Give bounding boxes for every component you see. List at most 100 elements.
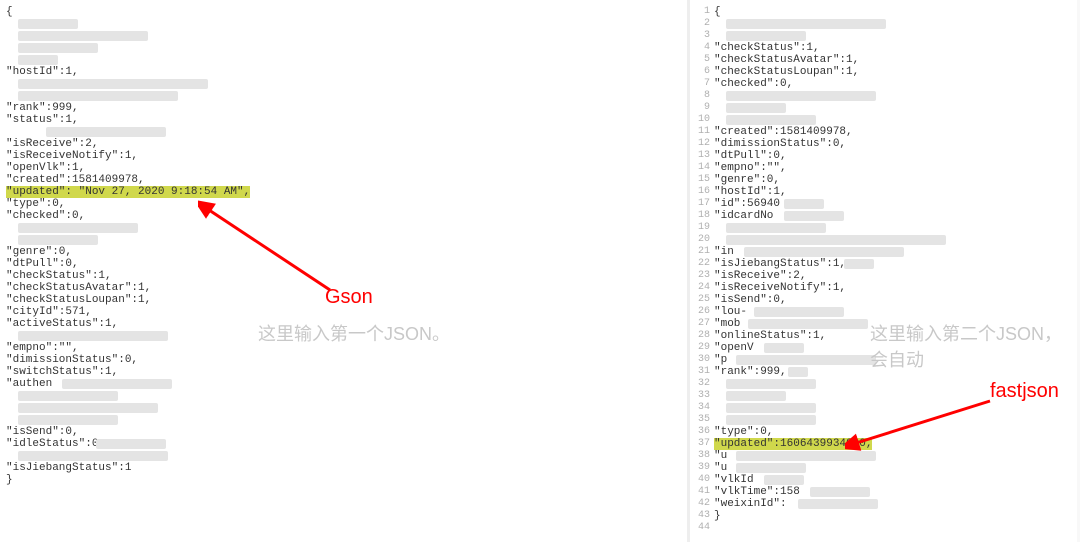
redacted-text [18,331,168,341]
code-text: "idleStatus":0, [6,438,105,450]
line-number: 14 [692,162,710,174]
code-text: "in [714,246,734,258]
code-line: 39 "u [714,462,1071,474]
code-line [6,18,681,30]
code-text: "vlkTime":158 [714,486,800,498]
code-text: "vlkId [714,474,754,486]
redacted-text [726,91,876,101]
line-number: 42 [692,498,710,510]
code-text: "isReceive":2, [6,138,98,150]
line-number: 26 [692,306,710,318]
line-number: 29 [692,342,710,354]
redacted-text [18,79,208,89]
code-text: "checked":0, [714,78,793,90]
line-number: 36 [692,426,710,438]
code-line: 32 [714,378,1071,390]
code-line: 38 "u [714,450,1071,462]
redacted-text [764,343,804,353]
code-line [6,330,681,342]
code-text: "dtPull":0, [6,258,79,270]
code-text: "checkStatusAvatar":1, [714,54,859,66]
code-line: "isJiebangStatus":1 [6,462,681,474]
line-number: 2 [692,18,710,30]
redacted-text [18,223,138,233]
redacted-text [754,307,844,317]
code-line: "empno":"", [6,342,681,354]
code-text: "checkStatusAvatar":1, [6,282,151,294]
code-line: 17 "id":56940 [714,198,1071,210]
code-text: "isReceiveNotify":1, [714,282,846,294]
line-number: 41 [692,486,710,498]
code-line: 24 "isReceiveNotify":1, [714,282,1071,294]
code-text: "isSend":0, [6,426,79,438]
code-line: "checkStatus":1, [6,270,681,282]
code-text: "checkStatusLoupan":1, [714,66,859,78]
code-line: 12 "dimissionStatus":0, [714,138,1071,150]
code-line [6,42,681,54]
code-line [6,390,681,402]
code-text: "empno":"", [714,162,787,174]
code-text: "type":0, [714,426,773,438]
code-line [6,126,681,138]
code-line: 29 "openV [714,342,1071,354]
line-number: 20 [692,234,710,246]
code-text: "hostId":1, [714,186,787,198]
code-line: } [6,474,681,486]
code-line: "openVlk":1, [6,162,681,174]
code-text: "cityId":571, [6,306,92,318]
redacted-text [18,391,118,401]
redacted-text [784,211,844,221]
code-line: "rank":999, [6,102,681,114]
code-line: 20 [714,234,1071,246]
code-line: "dtPull":0, [6,258,681,270]
json-output-fastjson: 1{234 "checkStatus":1,5 "checkStatusAvat… [690,0,1077,540]
code-text: "rank":999, [6,102,79,114]
code-line: 11 "created":1581409978, [714,126,1071,138]
code-line [6,54,681,66]
line-number: 16 [692,186,710,198]
redacted-text [844,259,874,269]
redacted-text [736,355,876,365]
code-line: { [6,6,681,18]
code-line: "isSend":0, [6,426,681,438]
line-number: 13 [692,150,710,162]
code-line: "checked":0, [6,210,681,222]
code-line: 5 "checkStatusAvatar":1, [714,54,1071,66]
redacted-text [726,115,816,125]
redacted-text [736,463,806,473]
line-number: 3 [692,30,710,42]
redacted-text [726,403,816,413]
code-line: 9 [714,102,1071,114]
code-line: "dimissionStatus":0, [6,354,681,366]
code-text: "status":1, [6,114,79,126]
code-line [6,78,681,90]
code-line: 8 [714,90,1071,102]
line-number: 15 [692,174,710,186]
code-text: "idcardNo [714,210,773,222]
line-number: 38 [692,450,710,462]
code-text: "updated":1606439934000, [714,438,872,450]
code-line: 31 "rank":999, [714,366,1071,378]
line-number: 35 [692,414,710,426]
code-line: "switchStatus":1, [6,366,681,378]
code-text: "switchStatus":1, [6,366,118,378]
code-line: 43} [714,510,1071,522]
code-text: "u [714,462,727,474]
code-line: 4 "checkStatus":1, [714,42,1071,54]
code-text: "onlineStatus":1, [714,330,826,342]
code-text: "p [714,354,727,366]
code-text: "u [714,450,727,462]
line-number: 19 [692,222,710,234]
redacted-text [784,199,824,209]
code-text: "isSend":0, [714,294,787,306]
code-text: "openV [714,342,754,354]
code-line: 15 "genre":0, [714,174,1071,186]
line-number: 34 [692,402,710,414]
line-number: 37 [692,438,710,450]
redacted-text [736,451,876,461]
code-line: 23 "isReceive":2, [714,270,1071,282]
line-number: 44 [692,522,710,534]
code-line: "status":1, [6,114,681,126]
code-text: "isJiebangStatus":1, [714,258,846,270]
code-line: "isReceive":2, [6,138,681,150]
